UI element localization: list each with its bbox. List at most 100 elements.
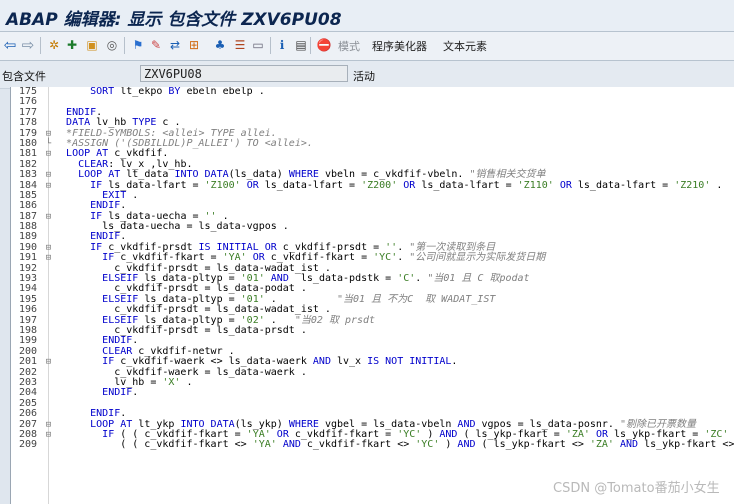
title-bar: ABAP 编辑器: 显示 包含文件 ZXV6PU08 [0, 0, 734, 32]
keyword-token: TYPE [132, 117, 157, 129]
code-token: (ls_ykp) [234, 418, 289, 430]
code-token: . [96, 106, 103, 118]
comment-token: "当01 且 C 取podat [427, 273, 530, 285]
keyword-token: AND [620, 439, 639, 451]
code-token: c_vkdfif-fkart = [114, 252, 223, 264]
code-lines: 175 SORT lt_ekpo BY ebeln ebelp . 176 177 … [11, 87, 734, 451]
hierarchy-icon[interactable]: ⊞ [186, 37, 202, 53]
keyword-token: BY [168, 87, 181, 97]
code-token: ls_data-pltyp = [138, 293, 241, 305]
include-name-field[interactable]: ZXV6PU08 [140, 65, 348, 82]
code-token: c_vkdfif-fkart = [288, 428, 398, 440]
code-token: ls_data-uecha = ls_data-vgpos . [54, 221, 289, 233]
keyword-token: WHERE [288, 169, 319, 181]
keyword-token: ENDIF [90, 200, 121, 212]
comment-token: *FIELD-SYMBOLS: <allei> TYPE allei. [66, 127, 277, 139]
include-field-bar: 包含文件 ZXV6PU08 活动 [0, 61, 734, 89]
delete-icon[interactable]: ⛔ [316, 37, 332, 53]
pattern-icon[interactable]: ▤ [293, 37, 309, 53]
keyword-token: OR [559, 179, 572, 191]
fold-toggle-icon[interactable]: ⊟ [44, 170, 53, 180]
code-token: . [451, 356, 458, 368]
code-editor[interactable]: 175 SORT lt_ekpo BY ebeln ebelp . 176 177 … [10, 87, 734, 504]
fold-toggle-icon[interactable]: ⊟ [44, 430, 53, 440]
string-token: 'Z200' [361, 179, 398, 191]
keyword-token: LOOP AT [78, 169, 121, 181]
keyword-token: DATA [66, 117, 91, 129]
fold-toggle-icon[interactable]: ⊟ [44, 420, 53, 430]
code-token: . [264, 314, 295, 326]
pretty-printer-button[interactable]: 程序美化器 [372, 38, 427, 54]
other-object-icon[interactable]: ▣ [84, 37, 100, 53]
keyword-token: OR [252, 252, 265, 264]
split-icon[interactable]: ▭ [250, 37, 266, 53]
code-token: c_vkdfif-netwr . [132, 345, 235, 357]
text-elements-button[interactable]: 文本元素 [443, 38, 487, 54]
forward-icon[interactable]: ⇨ [20, 37, 36, 53]
application-toolbar: ⇦ ⇨ ✲ ✚ ▣ ◎ ⚑ ✎ ⇄ ⊞ ♣ ☰ ▭ ℹ ▤ ⛔ 模式 程序美化器… [0, 32, 734, 61]
where-used-icon[interactable]: ✎ [148, 37, 164, 53]
string-token: 'ZC' [704, 428, 729, 440]
code-token: ( ls_ykp-fkart <> [475, 439, 590, 451]
code-token: ( ls_ykp-fkart = [457, 428, 566, 440]
fold-toggle-icon[interactable]: ⊟ [44, 357, 53, 367]
string-token: '01' [240, 293, 265, 305]
fold-toggle-icon[interactable]: ⊟ [44, 253, 53, 263]
string-token: '' [204, 210, 217, 222]
code-line[interactable]: 204 ENDIF. [11, 387, 734, 398]
code-text: IF ls_data-lfart = 'Z100' OR ls_data-lfa… [54, 179, 734, 191]
code-line[interactable]: 176 [11, 96, 734, 107]
navigate-icon[interactable]: ⇄ [167, 37, 183, 53]
mode-button[interactable]: 模式 [338, 38, 360, 54]
display-change-icon[interactable]: ◎ [104, 37, 120, 53]
code-token: ls_data-uecha = [102, 210, 205, 222]
code-token: ls_data-lfart = [415, 179, 518, 191]
keyword-token: ELSEIF [102, 293, 139, 305]
code-text: SORT lt_ekpo BY ebeln ebelp . [54, 87, 265, 97]
code-token: . [415, 273, 428, 285]
keyword-token: AND [282, 439, 301, 451]
comment-token: "销售相关交货单 [469, 169, 546, 181]
code-line[interactable]: 209 ( ( c_vkdfif-fkart <> 'YA' AND c_vkd… [11, 439, 734, 451]
code-token: c_vkdfif-fkart <> [300, 439, 416, 451]
code-line[interactable]: 175 SORT lt_ekpo BY ebeln ebelp . [11, 87, 734, 97]
code-token: lv_hb = [54, 376, 163, 388]
info-icon[interactable]: ℹ [274, 37, 290, 53]
back-icon[interactable]: ⇦ [2, 37, 18, 53]
code-token: ls_data-lfart = [102, 179, 205, 191]
code-token: . [216, 210, 229, 222]
activate-icon[interactable]: ✚ [64, 37, 80, 53]
layout-icon[interactable]: ♣ [212, 37, 228, 53]
keyword-token: IF [102, 356, 115, 368]
fold-toggle-icon[interactable]: ⊟ [44, 181, 53, 191]
fold-toggle-icon[interactable]: ⊟ [44, 129, 53, 139]
window-icon[interactable]: ☰ [232, 37, 248, 53]
check-icon[interactable]: ⚑ [130, 37, 146, 53]
code-token: c_vkdfif-waerk = ls_data-waerk . [54, 366, 307, 378]
toolbar-separator [40, 37, 41, 54]
keyword-token: AND [439, 428, 458, 440]
fold-toggle-icon[interactable]: ⊟ [44, 212, 53, 222]
fold-toggle-icon[interactable]: ⊟ [44, 149, 53, 159]
code-token: c_vkdfif-prsdt = ls_data-podat . [54, 283, 307, 295]
fold-toggle-icon[interactable]: ⊟ [44, 243, 53, 253]
code-token: ls_data-lfart = [258, 179, 362, 191]
keyword-token: OR [595, 428, 608, 440]
comment-token: "当02 取 prsdt [294, 314, 376, 326]
keyword-token: IF [102, 428, 115, 440]
keyword-token: EXIT [102, 189, 127, 201]
code-token: lt_ekpo [114, 87, 169, 97]
settings-icon[interactable]: ✲ [46, 37, 62, 53]
keyword-token: OR [246, 179, 259, 191]
keyword-token: CLEAR [102, 345, 133, 357]
